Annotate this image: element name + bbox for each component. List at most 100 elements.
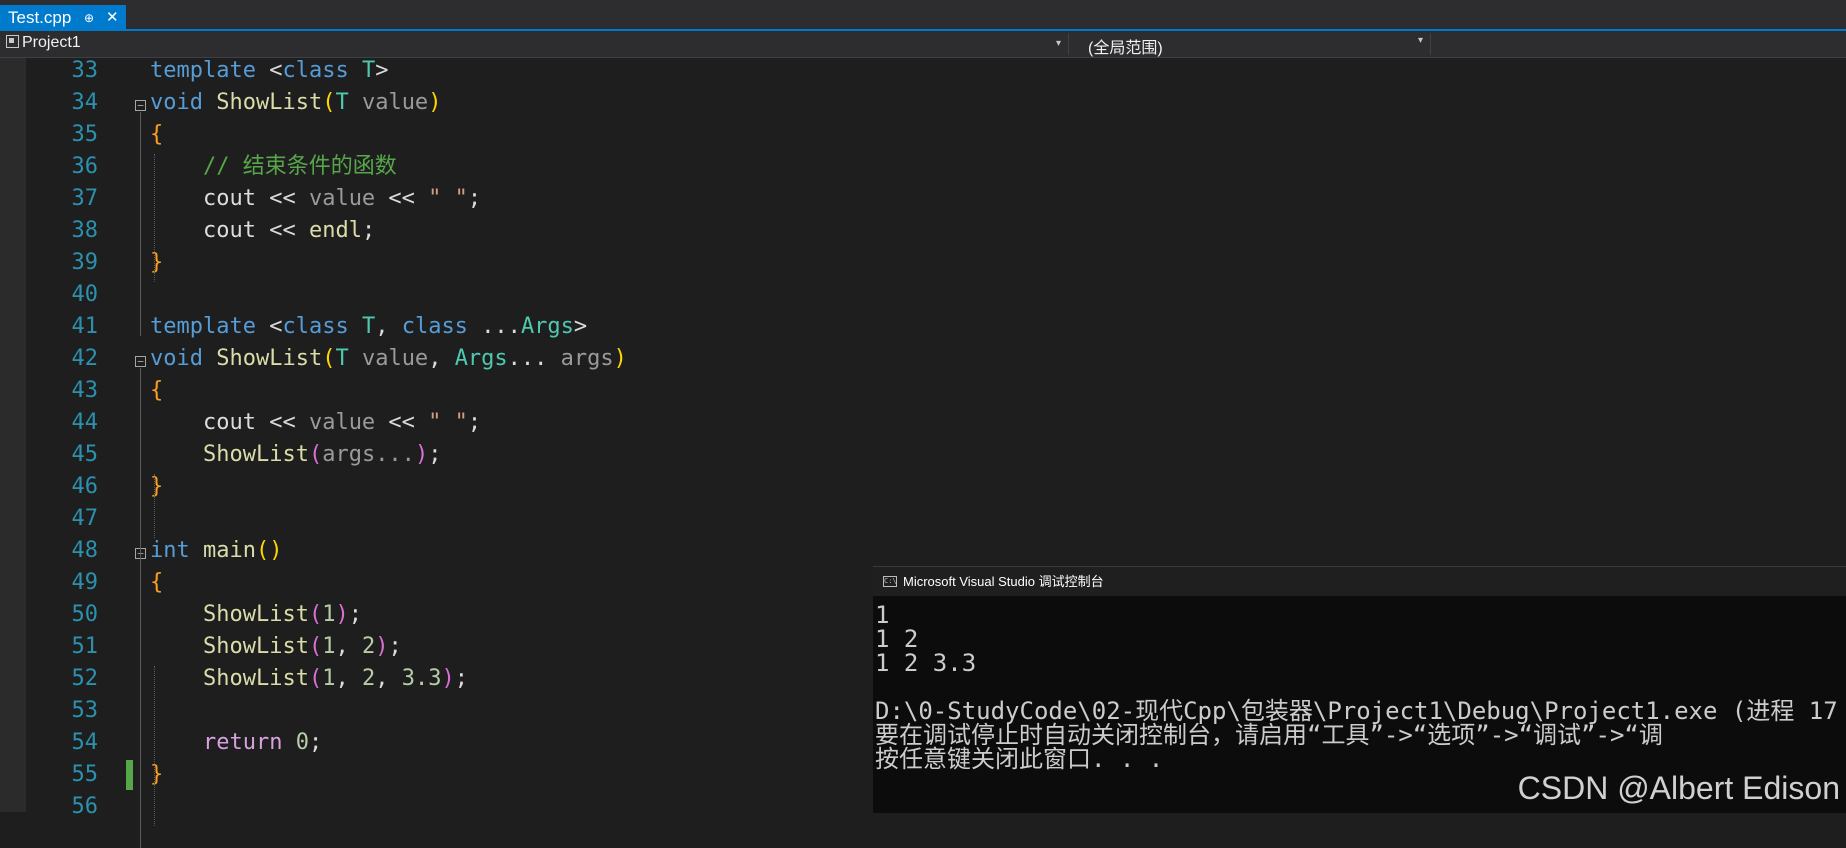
code-line[interactable]: 43 { — [0, 375, 1846, 407]
code-token: { — [150, 570, 164, 595]
line-number: 36 — [71, 154, 99, 179]
close-icon[interactable]: ✕ — [106, 5, 119, 31]
code-token: T — [361, 58, 376, 83]
code-token: class — [401, 314, 482, 339]
code-line[interactable]: 37 cout << value << " "; — [0, 183, 1846, 215]
indent-guide — [154, 474, 155, 538]
code-token: > — [375, 58, 389, 83]
code-text: cout << endl; — [150, 215, 375, 247]
code-token: value — [308, 410, 376, 435]
chevron-down-icon: ▾ — [1418, 35, 1424, 46]
code-token: class — [282, 58, 362, 83]
code-token: << — [375, 410, 429, 435]
collapse-icon[interactable]: − — [135, 356, 146, 367]
code-token: ; — [428, 442, 442, 467]
code-text: template <class T> — [150, 55, 388, 87]
code-token: ShowList — [216, 346, 323, 371]
code-token: ) — [428, 90, 442, 115]
code-token: int — [150, 538, 203, 563]
project-dropdown[interactable]: Project1 ▾ — [6, 34, 1068, 54]
divider — [1430, 33, 1431, 55]
code-token: , — [335, 666, 362, 691]
code-token: ; — [388, 634, 402, 659]
code-token: ... — [507, 346, 561, 371]
code-token: } — [150, 250, 164, 275]
line-number: 47 — [71, 506, 99, 531]
line-number: 45 — [71, 442, 99, 467]
code-token: endl — [308, 218, 362, 243]
code-token: , — [335, 634, 362, 659]
line-number: 55 — [71, 762, 99, 787]
line-number: 54 — [71, 730, 99, 755]
line-number: 49 — [71, 570, 99, 595]
code-text: } — [150, 471, 163, 503]
code-text: int main() — [150, 535, 282, 567]
code-token: T — [335, 90, 362, 115]
console-output-line: 按任意键关闭此窗口. . . — [875, 745, 1164, 773]
code-line[interactable]: 36 // 结束条件的函数 — [0, 151, 1846, 183]
code-token: class — [282, 314, 362, 339]
line-number: 53 — [71, 698, 99, 723]
code-line[interactable]: 46} — [0, 471, 1846, 503]
divider — [1068, 33, 1069, 55]
code-token: ; — [348, 602, 362, 627]
code-token: ) — [441, 666, 455, 691]
code-line[interactable]: 33 template <class T> — [0, 55, 1846, 87]
tab-test-cpp[interactable]: Test.cpp ⊕ ✕ — [0, 5, 126, 31]
code-token: { — [150, 378, 164, 403]
code-line[interactable]: 39} — [0, 247, 1846, 279]
code-token: ; — [308, 730, 323, 755]
code-token: template — [150, 58, 270, 83]
console-title-bar[interactable]: C:\ Microsoft Visual Studio 调试控制台 — [873, 567, 1846, 596]
code-token: " " — [428, 410, 468, 435]
code-line[interactable]: 34 void ShowList(T value) — [0, 87, 1846, 119]
project-label: Project1 — [22, 34, 81, 51]
code-text: } — [150, 759, 163, 791]
code-line[interactable]: 42 void ShowList(T value, Args... args) — [0, 343, 1846, 375]
code-line[interactable]: 44 cout << value << " "; — [0, 407, 1846, 439]
code-text: template <class T, class ...Args> — [150, 311, 587, 343]
code-text: ShowList(args...); — [150, 439, 441, 471]
code-token: // 结束条件的函数 — [150, 154, 397, 179]
debug-console-window[interactable]: C:\ Microsoft Visual Studio 调试控制台 11 21 … — [873, 566, 1846, 813]
line-number: 33 — [71, 58, 99, 83]
code-token: ( — [308, 442, 323, 467]
line-number: 35 — [71, 122, 99, 147]
code-token: ; — [467, 410, 482, 435]
code-token: value — [361, 346, 429, 371]
code-token: ( — [308, 666, 323, 691]
code-text: void ShowList(T value) — [150, 87, 441, 119]
code-line[interactable]: 48 int main() — [0, 535, 1846, 567]
code-line[interactable]: 40 — [0, 279, 1846, 311]
code-token: ShowList — [216, 90, 323, 115]
document-tab-strip: Test.cpp ⊕ ✕ — [0, 0, 1846, 31]
code-token: cout << — [150, 410, 309, 435]
line-number: 34 — [71, 90, 99, 115]
code-text: } — [150, 247, 163, 279]
code-token: { — [150, 122, 164, 147]
code-text: cout << value << " "; — [150, 407, 481, 439]
code-line[interactable]: 41 template <class T, class ...Args> — [0, 311, 1846, 343]
pin-icon[interactable]: ⊕ — [84, 5, 94, 31]
code-text: ShowList(1, 2); — [150, 631, 402, 663]
line-number: 46 — [71, 474, 99, 499]
code-token: ) — [335, 602, 349, 627]
code-token: ( — [308, 634, 323, 659]
code-token: ( — [322, 346, 336, 371]
code-token: , — [375, 314, 402, 339]
tab-title: Test.cpp — [8, 8, 72, 27]
watermark: CSDN @Albert Edison — [1517, 770, 1840, 806]
line-number: 39 — [71, 250, 99, 275]
code-line[interactable]: 38 cout << endl; — [0, 215, 1846, 247]
code-line[interactable]: 35 { — [0, 119, 1846, 151]
code-line[interactable]: 47 — [0, 503, 1846, 535]
indent-guide — [154, 666, 155, 826]
code-token: ) — [375, 634, 389, 659]
code-text: { — [150, 567, 163, 599]
code-text: void ShowList(T value, Args... args) — [150, 343, 627, 375]
collapse-icon[interactable]: − — [135, 100, 146, 111]
code-line[interactable]: 45 ShowList(args...); — [0, 439, 1846, 471]
code-token: ; — [454, 666, 468, 691]
